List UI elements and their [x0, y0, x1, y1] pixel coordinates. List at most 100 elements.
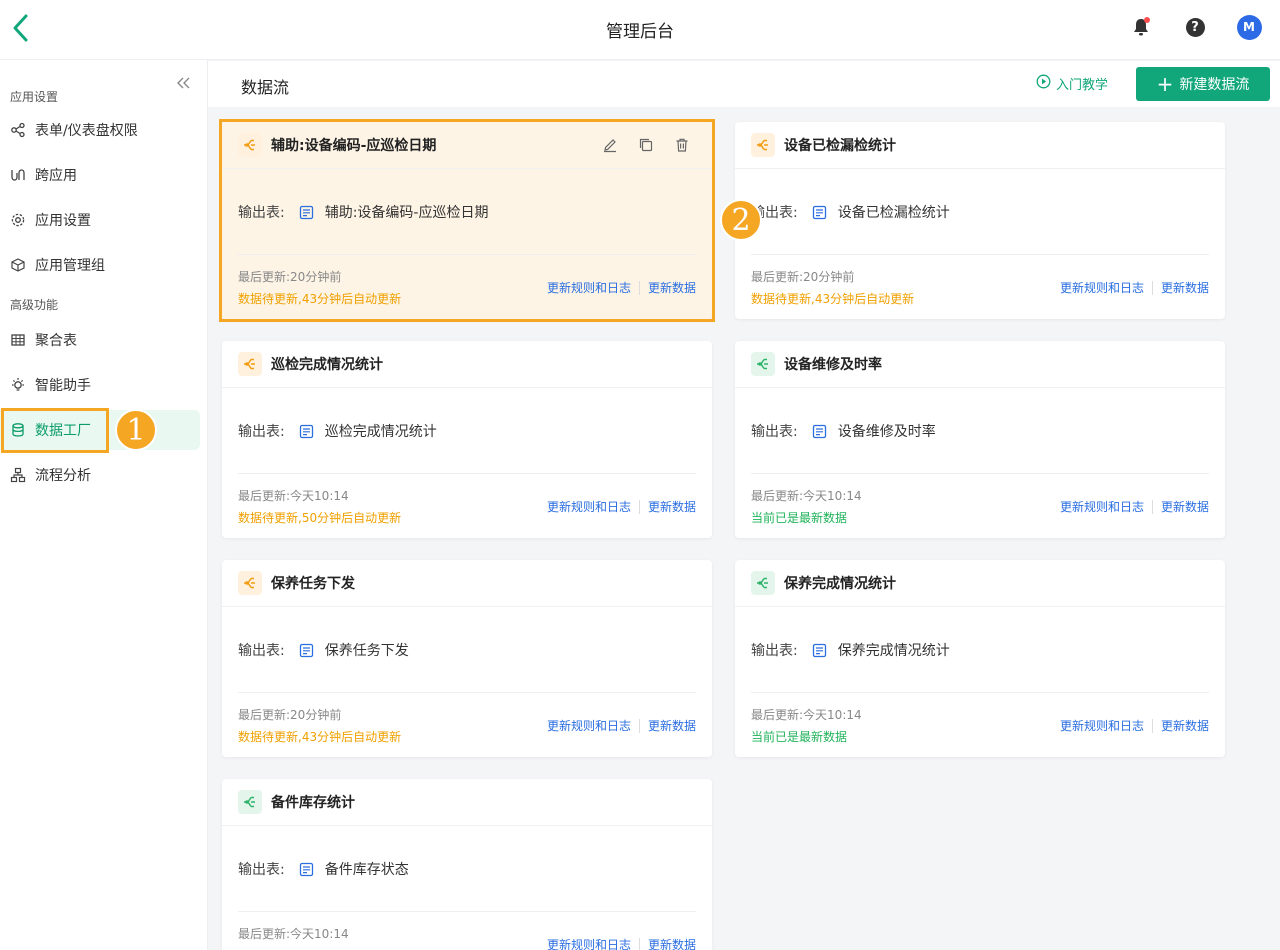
card-title[interactable]: 设备维修及时率	[784, 354, 882, 374]
update-data-link[interactable]: 更新数据	[648, 717, 696, 734]
card-divider	[238, 473, 696, 474]
card-actions	[600, 135, 692, 155]
last-updated-text: 最后更新:今天10:14	[238, 927, 349, 941]
card-title[interactable]: 设备已检漏检统计	[784, 135, 896, 155]
output-table-row: 输出表: 巡检完成情况统计	[238, 421, 437, 441]
last-updated-text: 最后更新:20分钟前	[238, 708, 342, 722]
card-links: 更新规则和日志 更新数据	[547, 717, 696, 734]
output-table-row: 输出表: 设备维修及时率	[751, 421, 936, 441]
update-data-link[interactable]: 更新数据	[1161, 279, 1209, 296]
dataflow-card[interactable]: 辅助:设备编码-应巡检日期 输出表: 辅助:设备编码-应巡检日期 最后更新:20分钟前…	[222, 122, 712, 319]
card-title[interactable]: 保养任务下发	[271, 573, 355, 593]
sidebar-item-smart-assistant[interactable]: 智能助手	[0, 365, 200, 405]
update-rules-and-log-link[interactable]: 更新规则和日志	[1060, 279, 1144, 296]
output-label: 输出表:	[238, 643, 285, 659]
form-table-icon	[299, 642, 315, 658]
card-title[interactable]: 保养完成情况统计	[784, 573, 896, 593]
link-separator	[1151, 280, 1153, 295]
sidebar-item-label: 表单/仪表盘权限	[35, 123, 138, 139]
update-status-text: 数据待更新,43分钟后自动更新	[238, 292, 402, 306]
link-separator	[1151, 499, 1153, 514]
update-status-text: 当前已是最新数据	[751, 730, 848, 744]
output-table-name[interactable]: 保养任务下发	[325, 640, 409, 660]
sidebar-item-process-analysis[interactable]: 流程分析	[0, 455, 200, 495]
card-title[interactable]: 备件库存统计	[271, 792, 355, 812]
avatar: M	[1236, 14, 1262, 40]
user-avatar[interactable]: M	[1236, 14, 1262, 40]
sidebar-item-label: 跨应用	[35, 168, 77, 184]
form-table-icon	[299, 861, 315, 877]
collapse-sidebar-icon[interactable]	[173, 74, 193, 92]
dataflow-card[interactable]: 设备维修及时率 输出表: 设备维修及时率 最后更新:今天10:14 当前已是最新数据 更新…	[735, 341, 1225, 538]
dataflow-icon	[238, 571, 262, 595]
card-header: 巡检完成情况统计	[222, 341, 712, 388]
form-table-icon	[812, 204, 828, 220]
dataflow-card[interactable]: 保养完成情况统计 输出表: 保养完成情况统计 最后更新:今天10:14 当前已是最新数据…	[735, 560, 1225, 757]
update-rules-and-log-link[interactable]: 更新规则和日志	[547, 279, 631, 296]
sidebar-item-label: 应用设置	[35, 213, 91, 229]
copy-icon[interactable]	[636, 135, 656, 155]
notification-dot	[1144, 17, 1150, 23]
update-rules-and-log-link[interactable]: 更新规则和日志	[1060, 498, 1144, 515]
delete-trash-icon[interactable]	[672, 135, 692, 155]
link-separator	[638, 718, 640, 733]
form-table-icon	[299, 423, 315, 439]
card-header: 保养完成情况统计	[735, 560, 1225, 607]
content-header: 数据流 入门教学 + 新建数据流	[208, 61, 1280, 107]
sidebar-item-data-factory[interactable]: 数据工厂	[0, 410, 200, 450]
section-label-app-settings: 应用设置	[10, 90, 59, 104]
help-button[interactable]: ?	[1182, 14, 1208, 40]
process-icon	[10, 467, 26, 483]
sidebar-item-label: 数据工厂	[35, 423, 91, 439]
sidebar-item-app-admin-group[interactable]: 应用管理组	[0, 245, 200, 285]
output-table-name[interactable]: 备件库存状态	[325, 859, 409, 879]
output-label: 输出表:	[238, 862, 285, 878]
update-rules-and-log-link[interactable]: 更新规则和日志	[547, 717, 631, 734]
output-table-name[interactable]: 巡检完成情况统计	[325, 421, 437, 441]
update-data-link[interactable]: 更新数据	[1161, 498, 1209, 515]
sidebar-item-aggregate-table[interactable]: 聚合表	[0, 320, 200, 360]
last-updated-text: 最后更新:今天10:14	[751, 708, 862, 722]
sidebar-item-label: 聚合表	[35, 333, 77, 349]
table-icon	[10, 332, 26, 348]
database-icon	[10, 422, 26, 438]
card-links: 更新规则和日志 更新数据	[547, 498, 696, 515]
dataflow-card[interactable]: 设备已检漏检统计 输出表: 设备已检漏检统计 最后更新:20分钟前 数据待更新,43分钟…	[735, 122, 1225, 319]
card-title[interactable]: 巡检完成情况统计	[271, 354, 383, 374]
sidebar-item-label: 智能助手	[35, 378, 91, 394]
update-rules-and-log-link[interactable]: 更新规则和日志	[1060, 717, 1144, 734]
sidebar-item-app-settings[interactable]: 应用设置	[0, 200, 200, 240]
play-circle-icon	[1036, 74, 1051, 93]
edit-pencil-icon[interactable]	[600, 135, 620, 155]
output-table-name[interactable]: 保养完成情况统计	[838, 640, 950, 660]
notification-bell-icon[interactable]	[1128, 14, 1154, 40]
update-data-link[interactable]: 更新数据	[648, 498, 696, 515]
card-header: 设备已检漏检统计	[735, 122, 1225, 169]
form-table-icon	[812, 642, 828, 658]
update-rules-and-log-link[interactable]: 更新规则和日志	[547, 936, 631, 950]
last-updated-text: 最后更新:20分钟前	[751, 270, 855, 284]
update-data-link[interactable]: 更新数据	[648, 279, 696, 296]
update-data-link[interactable]: 更新数据	[1161, 717, 1209, 734]
output-table-name[interactable]: 设备已检漏检统计	[838, 202, 950, 222]
output-table-name[interactable]: 设备维修及时率	[838, 421, 936, 441]
dataflow-card[interactable]: 备件库存统计输出表: 备件库存状态最后更新:今天10:14 更新规则和日志 更新数据	[222, 779, 712, 950]
dataflow-icon	[751, 571, 775, 595]
lightbulb-icon	[10, 377, 26, 393]
sidebar-item-form-permissions[interactable]: 表单/仪表盘权限	[0, 110, 200, 150]
update-status-text: 数据待更新,50分钟后自动更新	[238, 511, 402, 525]
output-table-name[interactable]: 辅助:设备编码-应巡检日期	[325, 202, 489, 222]
link-separator	[638, 499, 640, 514]
output-table-row: 输出表: 保养任务下发	[238, 640, 409, 660]
update-data-link[interactable]: 更新数据	[648, 936, 696, 950]
update-rules-and-log-link[interactable]: 更新规则和日志	[547, 498, 631, 515]
dataflow-icon	[751, 352, 775, 376]
dataflow-card[interactable]: 保养任务下发 输出表: 保养任务下发 最后更新:20分钟前 数据待更新,43分钟后自动更…	[222, 560, 712, 757]
card-divider	[751, 473, 1209, 474]
dataflow-card[interactable]: 巡检完成情况统计 输出表: 巡检完成情况统计 最后更新:今天10:14 数据待更新,50…	[222, 341, 712, 538]
new-dataflow-button[interactable]: + 新建数据流	[1136, 67, 1270, 101]
card-title[interactable]: 辅助:设备编码-应巡检日期	[271, 135, 436, 155]
sidebar-item-cross-app[interactable]: 跨应用	[0, 155, 200, 195]
tutorial-link[interactable]: 入门教学	[1036, 74, 1108, 93]
callout-number-2: 2	[720, 199, 762, 241]
